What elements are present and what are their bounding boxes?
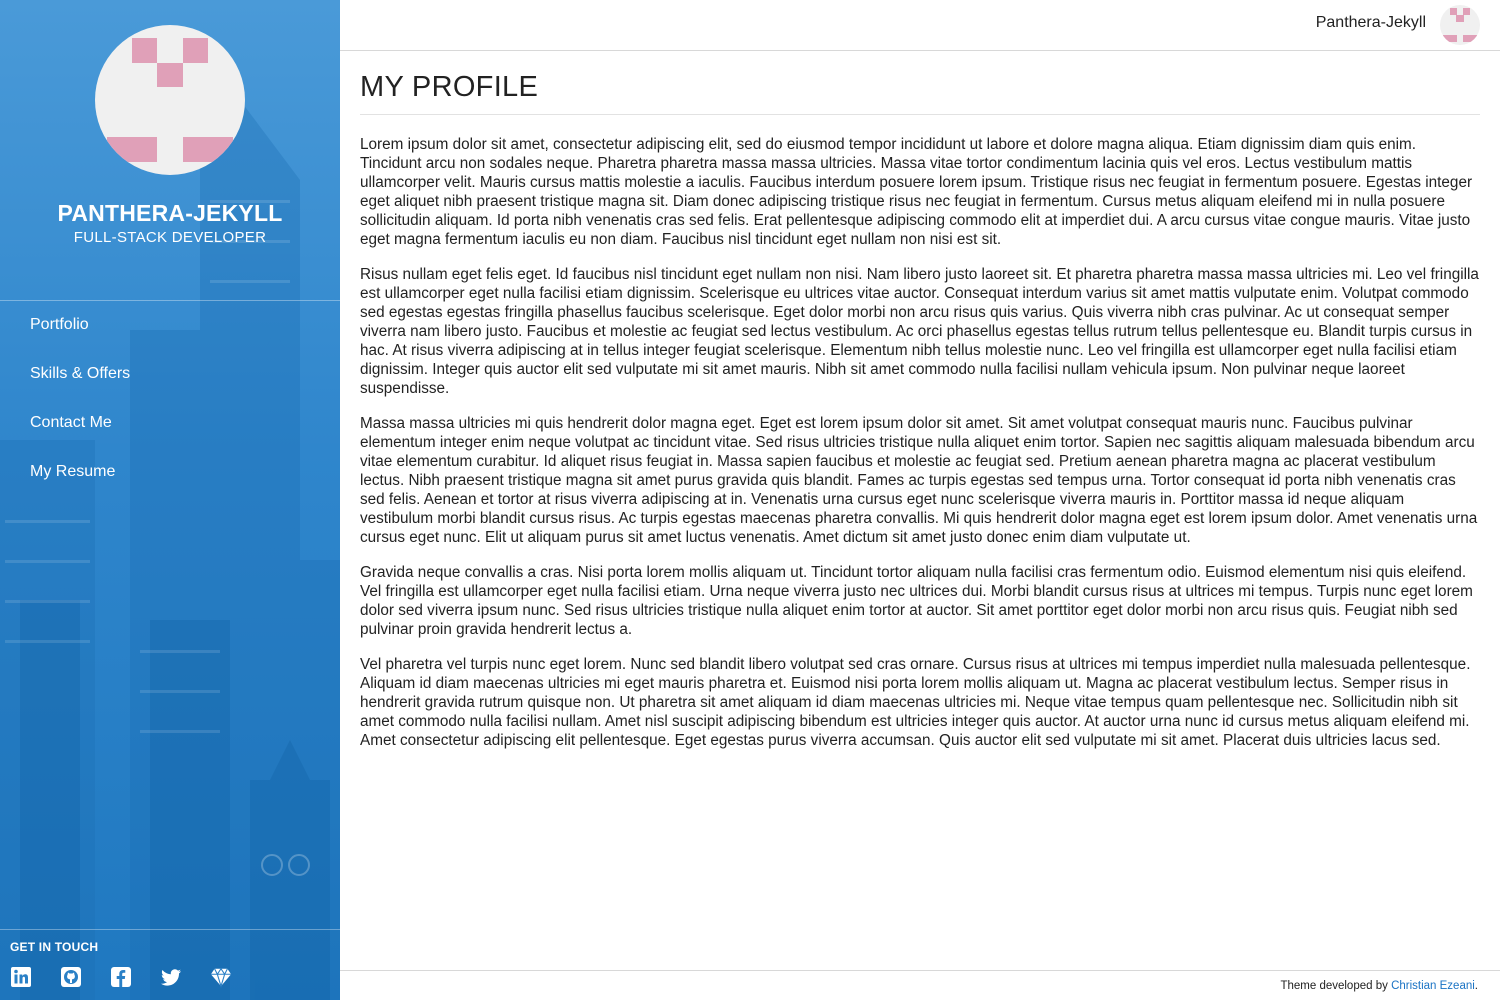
profile-paragraph: Massa massa ultricies mi quis hendrerit …	[360, 415, 1478, 546]
page-title: MY PROFILE	[360, 71, 539, 103]
profile-paragraph: Risus nullam eget felis eget. Id faucibu…	[360, 266, 1479, 397]
sidebar-nav: Portfolio Skills & Offers Contact Me My …	[30, 315, 130, 511]
site-role: FULL-STACK DEVELOPER	[73, 229, 267, 246]
footer-suffix: .	[1474, 980, 1478, 992]
header-user-name[interactable]: Panthera-Jekyll	[1316, 14, 1426, 32]
sidebar-item-skills-offers[interactable]: Skills & Offers	[30, 364, 130, 413]
footer-author-link[interactable]: Christian Ezeani	[1391, 980, 1475, 992]
sidebar-item-portfolio[interactable]: Portfolio	[30, 315, 130, 364]
header-avatar[interactable]	[1440, 5, 1480, 45]
footer-credit: Theme developed by Christian Ezeani.	[1280, 980, 1478, 992]
gem-icon[interactable]	[210, 966, 232, 988]
profile-paragraph: Lorem ipsum dolor sit amet, consectetur …	[360, 136, 1473, 248]
social-links	[10, 966, 260, 988]
profile-paragraph: Gravida neque convallis a cras. Nisi por…	[360, 564, 1473, 638]
sidebar: PANTHERA-JEKYLL FULL-STACK DEVELOPER Por…	[0, 0, 340, 1000]
footer-prefix: Theme developed by	[1280, 980, 1392, 992]
identicon-avatar	[95, 25, 245, 175]
linkedin-icon[interactable]	[10, 966, 32, 988]
sidebar-item-contact-me[interactable]: Contact Me	[30, 413, 130, 462]
profile-paragraph: Vel pharetra vel turpis nunc eget lorem.…	[360, 656, 1471, 749]
top-bar: Panthera-Jekyll	[340, 0, 1500, 51]
get-in-touch-label: GET IN TOUCH	[10, 940, 99, 954]
github-icon[interactable]	[60, 966, 82, 988]
footer: Theme developed by Christian Ezeani.	[340, 970, 1500, 1000]
get-in-touch-divider	[0, 929, 340, 930]
twitter-icon[interactable]	[160, 966, 182, 988]
facebook-icon[interactable]	[110, 966, 132, 988]
sidebar-item-my-resume[interactable]: My Resume	[30, 462, 130, 511]
site-name: PANTHERA-JEKYLL	[57, 200, 283, 226]
profile-text: Lorem ipsum dolor sit amet, consectetur …	[360, 135, 1480, 750]
title-divider	[360, 114, 1480, 115]
main-content: MY PROFILE Lorem ipsum dolor sit amet, c…	[360, 70, 1480, 766]
sidebar-divider	[0, 300, 340, 301]
